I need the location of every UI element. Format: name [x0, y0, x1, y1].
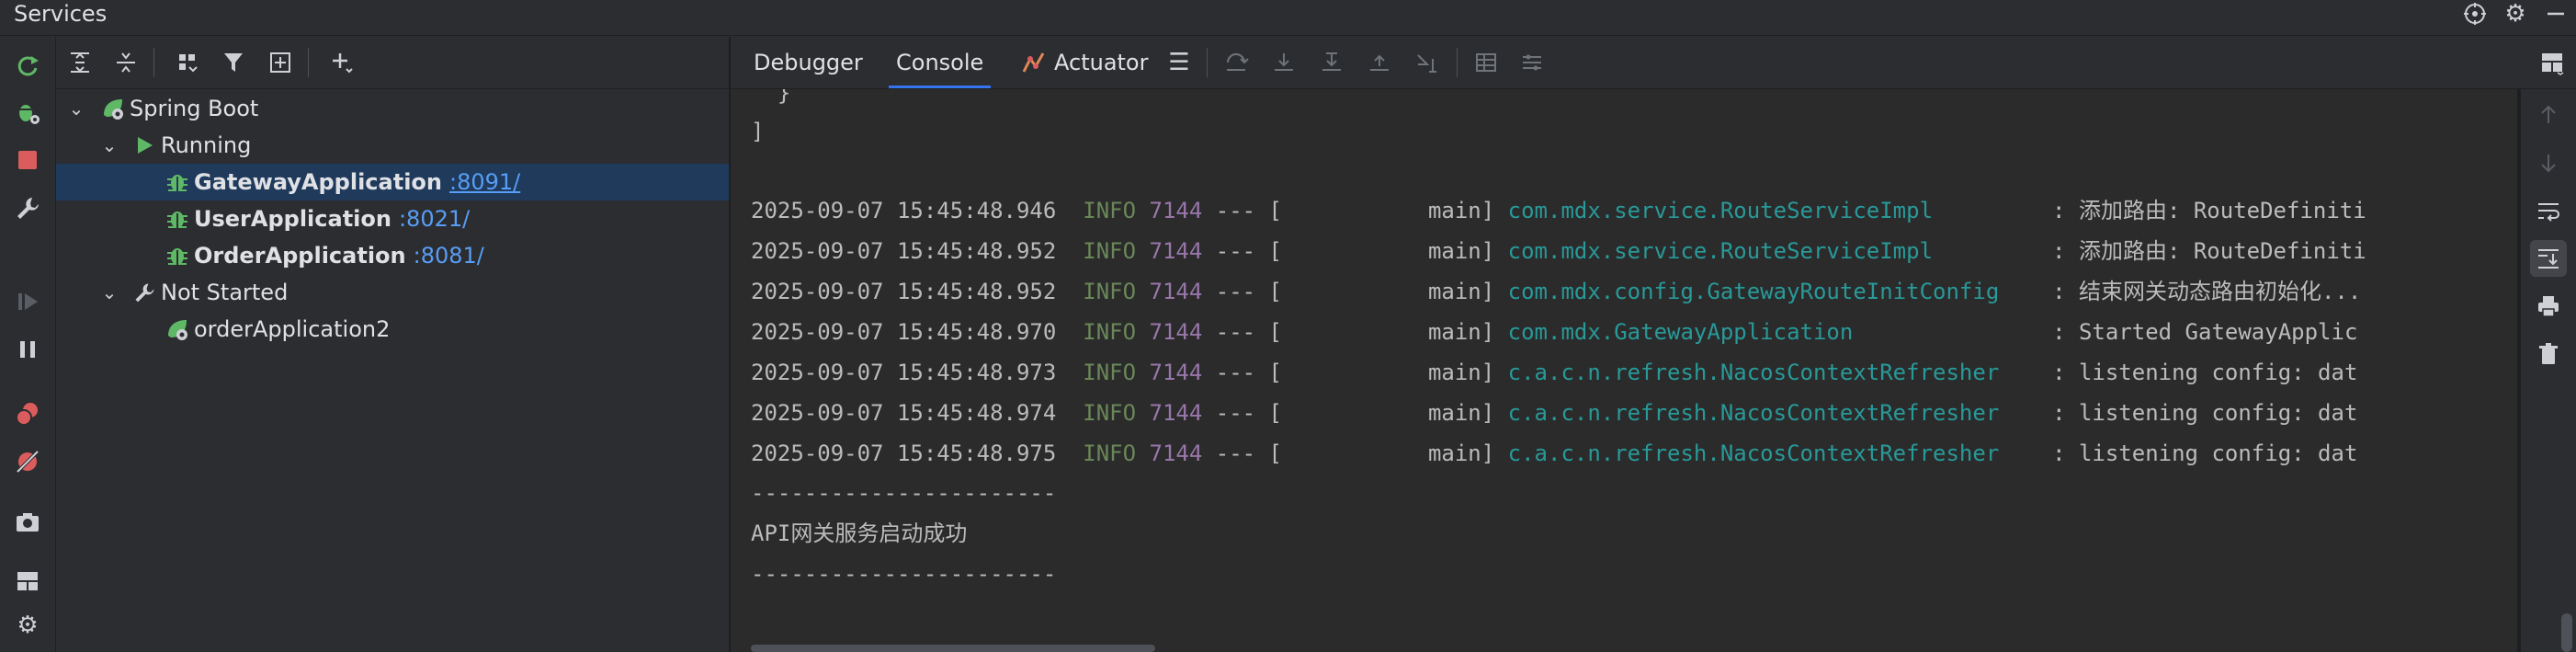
- wrench-icon: [128, 280, 161, 304]
- title-bar: Services ⚙: [0, 0, 2576, 36]
- log-line: 2025-09-07 15:45:48.970 INFO 7144 --- [ …: [751, 319, 2358, 345]
- scroll-up-icon[interactable]: [2530, 97, 2567, 133]
- soft-wrap-icon[interactable]: [2530, 192, 2567, 229]
- tab-label: Console: [896, 50, 984, 75]
- debug-icon: [161, 207, 194, 231]
- print-icon[interactable]: [2530, 288, 2567, 325]
- rerun-icon[interactable]: [9, 48, 46, 85]
- spring-boot-icon: [161, 315, 194, 343]
- tab-label: Debugger: [754, 50, 863, 75]
- log-line: 2025-09-07 15:45:48.974 INFO 7144 --- [ …: [751, 400, 2358, 426]
- spring-boot-icon: [96, 95, 130, 122]
- service-name: UserApplication: [194, 206, 392, 232]
- run-icon: [128, 134, 161, 156]
- service-name: OrderApplication: [194, 243, 406, 269]
- vertical-scrollbar[interactable]: [2561, 613, 2572, 652]
- services-tree-panel: ⌄ Spring Boot ⌄ Running GatewayApplicati…: [56, 37, 731, 652]
- layout-icon[interactable]: [2534, 44, 2570, 81]
- window-title: Services: [14, 1, 108, 27]
- add-service-icon[interactable]: [324, 44, 361, 81]
- right-toolbar: [2520, 89, 2576, 652]
- expand-all-icon[interactable]: [62, 44, 98, 81]
- tree-node-user-application[interactable]: UserApplication :8021/: [56, 200, 729, 237]
- tree-node-label: Spring Boot: [130, 96, 259, 121]
- port-link[interactable]: :8091/: [449, 169, 520, 195]
- console-line: }: [751, 89, 791, 106]
- debug-icon: [161, 244, 194, 268]
- filter-icon[interactable]: [216, 44, 253, 81]
- breakpoints-icon[interactable]: [9, 395, 46, 432]
- console-line: ]: [751, 119, 765, 144]
- left-toolbar: ⚙: [0, 37, 56, 652]
- tab-debugger[interactable]: Debugger: [754, 37, 863, 88]
- pause-icon[interactable]: [9, 331, 46, 368]
- log-line: 2025-09-07 15:45:48.952 INFO 7144 --- [ …: [751, 238, 2366, 264]
- tree-toolbar: [56, 37, 729, 89]
- stop-icon[interactable]: [9, 142, 46, 178]
- chevron-down-icon[interactable]: ⌄: [65, 97, 87, 120]
- tree-node-not-started[interactable]: ⌄ Not Started: [56, 274, 729, 311]
- clear-icon[interactable]: [2530, 336, 2567, 372]
- wrench-icon[interactable]: [9, 189, 46, 226]
- tab-console[interactable]: Console: [888, 37, 992, 88]
- settings-icon[interactable]: ⚙: [9, 607, 46, 644]
- gear-icon[interactable]: ⚙: [2495, 0, 2536, 28]
- log-line: 2025-09-07 15:45:48.973 INFO 7144 --- [ …: [751, 360, 2358, 385]
- tree-node-label: Not Started: [161, 280, 289, 305]
- step-out-icon[interactable]: [1361, 44, 1398, 81]
- trace-icon[interactable]: [1514, 44, 1550, 81]
- console-line: -----------------------: [751, 561, 1057, 587]
- step-over-icon[interactable]: [1218, 44, 1254, 81]
- collapse-all-icon[interactable]: [108, 44, 144, 81]
- layout-icon[interactable]: [9, 563, 46, 600]
- step-into-icon[interactable]: [1265, 44, 1302, 81]
- evaluate-icon[interactable]: [1468, 44, 1504, 81]
- log-line: 2025-09-07 15:45:48.952 INFO 7144 --- [ …: [751, 279, 2362, 304]
- mute-breakpoints-icon[interactable]: [9, 443, 46, 480]
- console-line: API网关服务启动成功: [751, 520, 968, 546]
- log-line: 2025-09-07 15:45:48.975 INFO 7144 --- [ …: [751, 440, 2358, 466]
- console-tabs: Debugger Console Actuator ☰: [731, 37, 2576, 89]
- menu-icon[interactable]: ☰: [1161, 44, 1197, 81]
- log-line: 2025-09-07 15:45:48.946 INFO 7144 --- [ …: [751, 198, 2366, 223]
- camera-icon[interactable]: [9, 504, 46, 541]
- resume-icon[interactable]: [9, 283, 46, 320]
- tree-node-order-application[interactable]: OrderApplication :8081/: [56, 237, 729, 274]
- tree-node-order-application2[interactable]: orderApplication2: [56, 311, 729, 348]
- console-output[interactable]: } ] 2025-09-07 15:45:48.946 INFO 7144 --…: [731, 89, 2517, 652]
- group-by-icon[interactable]: [170, 44, 207, 81]
- tree-node-label: Running: [161, 132, 252, 158]
- run-to-cursor-icon[interactable]: [1409, 44, 1446, 81]
- chevron-down-icon[interactable]: ⌄: [98, 134, 120, 156]
- service-name: GatewayApplication: [194, 169, 442, 195]
- minimize-icon[interactable]: [2536, 0, 2576, 28]
- new-group-icon[interactable]: [262, 44, 299, 81]
- scroll-down-icon[interactable]: [2530, 144, 2567, 181]
- port-link[interactable]: :8021/: [399, 206, 470, 232]
- chevron-down-icon[interactable]: ⌄: [98, 281, 120, 303]
- crosshair-icon[interactable]: [2455, 0, 2495, 28]
- tree-node-running[interactable]: ⌄ Running: [56, 127, 729, 164]
- console-panel: Debugger Console Actuator ☰}] 2025-09-…: [731, 37, 2576, 652]
- service-name: orderApplication2: [194, 316, 391, 342]
- console-line: -----------------------: [751, 480, 1057, 506]
- debug-icon: [161, 170, 194, 194]
- actuator-icon: [1021, 50, 1047, 75]
- tab-actuator[interactable]: Actuator: [1021, 37, 1148, 88]
- horizontal-scrollbar[interactable]: [751, 645, 1155, 652]
- tab-label: Actuator: [1054, 50, 1149, 75]
- tree-node-gateway-application[interactable]: GatewayApplication :8091/: [56, 164, 729, 200]
- port-link[interactable]: :8081/: [414, 243, 484, 269]
- force-step-into-icon[interactable]: [1313, 44, 1350, 81]
- tree-node-spring-boot[interactable]: ⌄ Spring Boot: [56, 90, 729, 127]
- scroll-to-end-icon[interactable]: [2530, 240, 2567, 277]
- debug-icon[interactable]: [9, 94, 46, 131]
